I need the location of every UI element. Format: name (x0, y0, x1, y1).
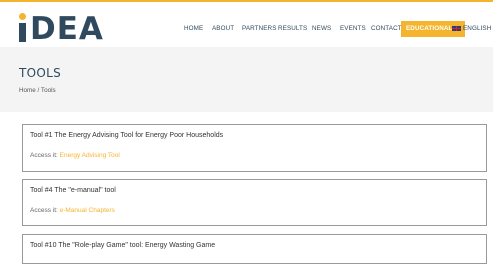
nav-partners[interactable]: PARTNERS (242, 21, 277, 37)
nav-results[interactable]: RESULTS (278, 21, 307, 37)
nav-news[interactable]: NEWS (312, 21, 331, 37)
access-label: Access it: (30, 207, 58, 214)
nav-about[interactable]: ABOUT (212, 21, 234, 37)
tool-title: Tool #10 The "Role-play Game" tool: Ener… (30, 242, 216, 249)
tool-access: Access it: e-Manual Chapters (30, 207, 115, 214)
tool-link[interactable]: e-Manual Chapters (60, 207, 115, 214)
tool-card: Tool #1 The Energy Advising Tool for Ene… (22, 124, 487, 172)
nav-events[interactable]: EVENTS (340, 21, 366, 37)
breadcrumb: Home / Tools (19, 87, 56, 94)
nav-contact[interactable]: CONTACT (371, 21, 402, 37)
tool-card: Tool #4 The "e-manual" tool Access it: e… (22, 179, 487, 226)
tool-link[interactable]: Energy Advising Tool (60, 152, 120, 159)
uk-flag-icon (452, 25, 461, 31)
tool-access: Access it: Energy Advising Tool (30, 152, 120, 159)
main-nav: HOME ABOUT PARTNERS RESULTS NEWS EVENTS … (0, 21, 493, 37)
nav-home[interactable]: HOME (184, 21, 203, 37)
page-title-bar: TOOLS Home / Tools (0, 47, 493, 112)
page-title: TOOLS (19, 66, 62, 80)
language-selector[interactable]: ENGLISH ⌄ (452, 21, 493, 37)
tool-title: Tool #4 The "e-manual" tool (30, 187, 116, 194)
tool-title: Tool #1 The Energy Advising Tool for Ene… (30, 132, 224, 139)
educational-label: EDUCATIONAL (406, 25, 453, 32)
site-header: DEA HOME ABOUT PARTNERS RESULTS NEWS EVE… (0, 2, 493, 47)
access-label: Access it: (30, 152, 58, 159)
language-label: ENGLISH (463, 25, 492, 32)
tool-card: Tool #10 The "Role-play Game" tool: Ener… (22, 234, 487, 264)
